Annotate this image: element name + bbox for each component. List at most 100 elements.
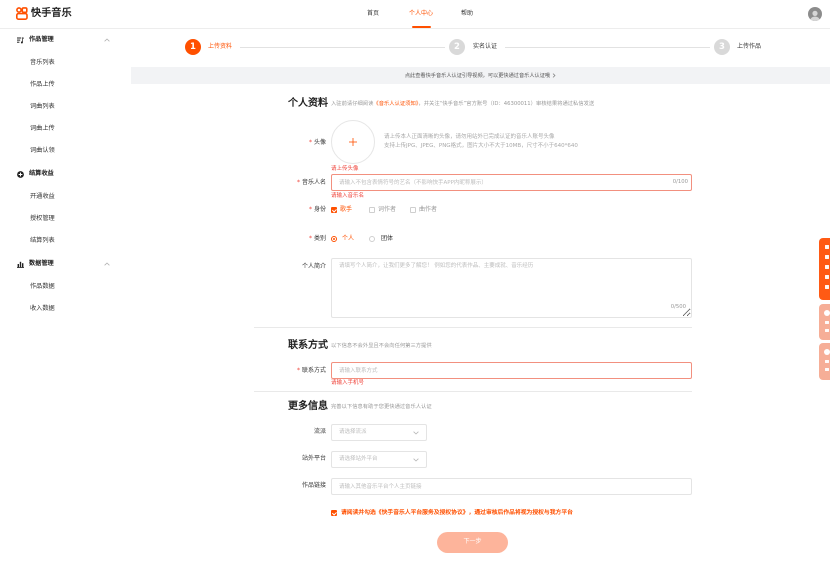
section-divider bbox=[254, 327, 692, 328]
tab-glyph bbox=[825, 255, 829, 259]
identity-composer-checkbox[interactable] bbox=[410, 207, 416, 213]
service-agreement-link[interactable]: 《快手音乐人平台服务及授权协议》 bbox=[376, 510, 469, 516]
tab-glyph bbox=[825, 265, 829, 269]
identity-singer-checkbox[interactable] bbox=[331, 207, 337, 213]
identity-singer-label[interactable]: 歌手 bbox=[340, 205, 352, 215]
chevron-up-icon[interactable] bbox=[104, 262, 110, 266]
genre-select-placeholder: 请选择流派 bbox=[339, 429, 367, 435]
floating-side-tab-primary[interactable] bbox=[819, 238, 830, 300]
profile-section-title: 个人资料 bbox=[288, 98, 328, 109]
identity-label: * 身份 bbox=[240, 205, 326, 215]
nav-help[interactable]: 帮助 bbox=[461, 9, 473, 19]
label-text: 流派 bbox=[313, 428, 326, 435]
work-link-label: 作品链接 bbox=[240, 481, 326, 491]
identity-composer-label[interactable]: 曲作者 bbox=[419, 205, 437, 215]
sidebar-item-lyrics-claim[interactable]: 词曲认领 bbox=[30, 146, 55, 156]
category-group-label[interactable]: 团体 bbox=[381, 234, 393, 244]
musician-name-char-counter: 0/100 bbox=[672, 179, 688, 185]
certification-notice-link[interactable]: 《音乐人认证须知》 bbox=[373, 101, 418, 107]
contact-input[interactable] bbox=[331, 362, 692, 379]
sidebar-item-upload-work[interactable]: 作品上传 bbox=[30, 80, 55, 90]
intro-label: 个人简介 bbox=[240, 262, 326, 272]
category-label: * 类别 bbox=[240, 234, 326, 244]
musician-name-error-message: 请输入音乐名 bbox=[331, 193, 365, 199]
label-text: 音乐人名 bbox=[301, 179, 326, 186]
label-text: 站外平台 bbox=[301, 455, 326, 462]
genre-label: 流派 bbox=[240, 427, 326, 437]
genre-select[interactable]: 请选择流派 bbox=[331, 424, 427, 441]
label-text: 个人简介 bbox=[301, 263, 326, 270]
agreement-checkbox[interactable] bbox=[331, 510, 337, 516]
musician-name-label: * 音乐人名 bbox=[240, 178, 326, 188]
step-3-label: 上传作品 bbox=[737, 43, 762, 50]
sidebar-item-income-data[interactable]: 收入数据 bbox=[30, 304, 55, 314]
tab-glyph bbox=[825, 245, 829, 249]
required-mark: * bbox=[296, 367, 300, 374]
avatar-upload-button[interactable] bbox=[331, 120, 375, 164]
nav-home[interactable]: 首页 bbox=[367, 9, 379, 19]
sidebar-item-license-management[interactable]: 授权管理 bbox=[30, 214, 55, 224]
step-3-circle: 3 bbox=[714, 39, 730, 55]
musician-name-input[interactable] bbox=[331, 174, 692, 191]
label-text: 类别 bbox=[313, 235, 326, 242]
step-1-label: 上传资料 bbox=[208, 43, 233, 50]
external-platform-select[interactable]: 请选择站外平台 bbox=[331, 451, 427, 468]
section-divider bbox=[254, 391, 692, 392]
label-text: 作品链接 bbox=[301, 482, 326, 489]
sidebar-item-lyrics-upload[interactable]: 词曲上传 bbox=[30, 124, 55, 134]
note-text: ，并关注“快手音乐”官方账号（ID：46300011）审核结果将通过私信发送 bbox=[418, 101, 595, 107]
bar-chart-icon bbox=[17, 261, 24, 268]
category-individual-radio[interactable] bbox=[331, 236, 337, 242]
tab-glyph bbox=[825, 329, 829, 332]
work-link-input[interactable] bbox=[331, 478, 692, 495]
label-text: 联系方式 bbox=[301, 367, 326, 374]
sidebar-item-work-data[interactable]: 作品数据 bbox=[30, 282, 55, 292]
avatar-hint-line-2: 支持上传JPG、JPEG、PNG格式，图片大小不大于10MB，尺寸不小于640*… bbox=[384, 143, 578, 149]
income-icon bbox=[17, 170, 24, 178]
avatar-error-message: 请上传头像 bbox=[331, 166, 359, 172]
external-platform-select-placeholder: 请选择站外平台 bbox=[339, 456, 378, 462]
sidebar-section-title: 结算收益 bbox=[29, 170, 54, 177]
sidebar-section-data[interactable]: 数据管理 bbox=[0, 259, 130, 269]
sidebar-item-enable-income[interactable]: 开通收益 bbox=[30, 192, 55, 202]
category-group-radio[interactable] bbox=[369, 236, 375, 242]
notice-text: 点此查看快手音乐人认证引导视频，可以更快通过音乐人认证哦 bbox=[404, 73, 551, 79]
contact-section-title: 联系方式 bbox=[288, 340, 328, 351]
contact-label: * 联系方式 bbox=[240, 366, 326, 376]
more-info-section-note: 完善以下信息有助于您更快通过音乐人认证 bbox=[331, 404, 432, 410]
identity-lyricist-label[interactable]: 词作者 bbox=[378, 205, 396, 215]
sidebar-item-lyrics-list[interactable]: 词曲列表 bbox=[30, 102, 55, 112]
intro-textarea[interactable] bbox=[331, 258, 692, 318]
chevron-up-icon[interactable] bbox=[104, 38, 110, 42]
sidebar-item-settlement-list[interactable]: 结算列表 bbox=[30, 236, 55, 246]
step-connector bbox=[240, 47, 445, 48]
step-1-circle: 1 bbox=[185, 39, 201, 55]
floating-side-tab-3[interactable] bbox=[819, 343, 830, 380]
site-logo[interactable]: 快手音乐 bbox=[16, 7, 72, 20]
sidebar-item-music-list[interactable]: 音乐列表 bbox=[30, 58, 55, 68]
agreement-suffix: ，通过审核后作品将视为授权与我方平台 bbox=[468, 510, 573, 516]
user-avatar[interactable] bbox=[808, 7, 822, 21]
nav-active-underline bbox=[412, 26, 431, 28]
required-mark: * bbox=[308, 235, 312, 242]
sidebar-section-income[interactable]: 结算收益 bbox=[0, 169, 130, 179]
floating-side-tab-2[interactable] bbox=[819, 304, 830, 340]
service-icon bbox=[824, 310, 830, 316]
required-mark: * bbox=[296, 179, 300, 186]
certification-guide-notice[interactable]: 点此查看快手音乐人认证引导视频，可以更快通过音乐人认证哦 bbox=[131, 67, 830, 84]
next-step-button[interactable]: 下一步 bbox=[437, 532, 508, 553]
plus-icon bbox=[349, 138, 357, 146]
chevron-down-icon bbox=[413, 458, 419, 462]
sidebar-section-works[interactable]: 作品管理 bbox=[0, 35, 130, 45]
logo-text: 快手音乐 bbox=[31, 8, 72, 19]
category-individual-label[interactable]: 个人 bbox=[342, 234, 354, 244]
tab-glyph bbox=[825, 285, 829, 289]
nav-personal-center[interactable]: 个人中心 bbox=[409, 9, 433, 19]
chevron-right-icon bbox=[552, 73, 556, 78]
sidebar-section-title: 作品管理 bbox=[29, 36, 54, 43]
contact-section-note: 以下信息不会外显且不会向任何第三方提供 bbox=[331, 343, 432, 349]
identity-lyricist-checkbox[interactable] bbox=[369, 207, 375, 213]
external-platform-label: 站外平台 bbox=[240, 454, 326, 464]
agreement-text: 请阅读并勾选《快手音乐人平台服务及授权协议》，通过审核后作品将视为授权与我方平台 bbox=[341, 509, 573, 517]
agreement-prefix: 请阅读并勾选 bbox=[341, 510, 376, 516]
